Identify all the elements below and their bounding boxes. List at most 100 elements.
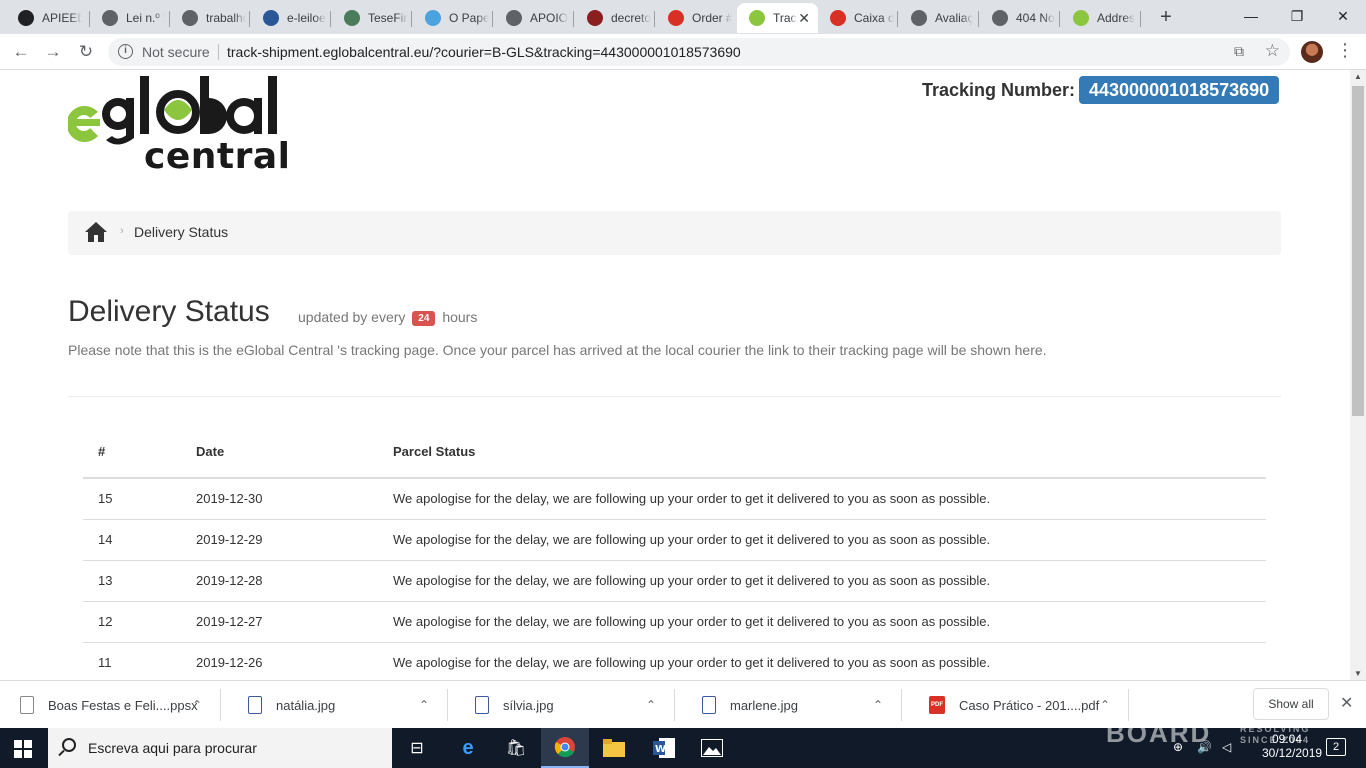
tracking-number-badge: 443000001018573690 — [1079, 76, 1280, 104]
tab-9[interactable]: Order # — [656, 3, 736, 33]
tab-1[interactable]: APIEED — [6, 3, 90, 33]
breadcrumb-current: Delivery Status — [134, 224, 229, 240]
table-row: 15 2019-12-30 We apologise for the delay, … — [83, 478, 1266, 520]
menu-kebab-icon[interactable]: ⋮ — [1336, 40, 1354, 61]
row-number: 15 — [83, 478, 181, 520]
tab-label: TeseFina — [368, 11, 408, 25]
owl-icon — [425, 10, 441, 26]
bookmark-star-icon[interactable]: ☆ — [1265, 41, 1280, 61]
chrome-icon[interactable] — [541, 728, 589, 768]
eglobal-icon — [749, 10, 765, 26]
table-row: 14 2019-12-29 We apologise for the delay, … — [83, 519, 1266, 561]
watermark-tagline: RESOLVING SINCE 2004 — [1240, 724, 1311, 745]
chevron-right-icon: › — [120, 225, 124, 237]
store-icon[interactable]: 🛍 — [502, 734, 530, 762]
chevron-up-icon[interactable]: ⌃ — [419, 698, 429, 712]
status-table: # Date Parcel Status 15 2019-12-30 We apol… — [83, 426, 1266, 680]
hours-badge: 24 — [412, 311, 436, 326]
download-separator — [674, 689, 675, 721]
download-separator — [220, 689, 221, 721]
download-filename: Caso Prático - 201....pdf — [959, 697, 1100, 713]
chevron-up-icon[interactable]: ⌃ — [192, 698, 202, 712]
info-icon[interactable]: i — [118, 44, 133, 59]
update-prefix: updated by every — [298, 309, 406, 325]
globe-icon — [911, 10, 927, 26]
globe-icon — [992, 10, 1008, 26]
edge-browser-icon[interactable]: e — [454, 734, 482, 762]
tab-12[interactable]: Avaliaç — [899, 3, 979, 33]
tab-separator — [330, 11, 331, 27]
tab-4[interactable]: e-leiloe — [251, 3, 331, 33]
chevron-up-icon[interactable]: ⌃ — [1100, 698, 1110, 712]
url-text[interactable]: track-shipment.eglobalcentral.eu/?courie… — [227, 44, 741, 60]
forward-button[interactable]: → — [41, 40, 65, 64]
windows-start-icon[interactable] — [14, 740, 32, 758]
scroll-up-arrow-icon[interactable]: ▲ — [1354, 72, 1362, 81]
minimize-button[interactable]: — — [1228, 4, 1274, 28]
row-status: We apologise for the delay, we are follo… — [378, 601, 1266, 643]
profile-avatar[interactable] — [1301, 41, 1323, 63]
new-tab-button[interactable]: + — [1156, 6, 1176, 29]
tab-7[interactable]: APOIO — [494, 3, 574, 33]
row-date: 2019-12-28 — [181, 560, 378, 602]
chevron-up-icon[interactable]: ⌃ — [873, 698, 883, 712]
tab-11[interactable]: Caixa d — [818, 3, 898, 33]
home-icon[interactable] — [84, 221, 108, 243]
tab-14[interactable]: Addres — [1061, 3, 1141, 33]
file-explorer-icon[interactable] — [600, 734, 628, 762]
tab-8[interactable]: decreto — [575, 3, 655, 33]
update-suffix: hours — [442, 309, 478, 325]
address-bar[interactable]: i Not secure track-shipment.eglobalcentr… — [108, 38, 1290, 66]
tab-label: APIEED — [42, 11, 82, 25]
tab-label: Order # — [692, 11, 732, 25]
close-shelf-icon[interactable]: ✕ — [1340, 693, 1353, 713]
download-item[interactable]: natália.jpg ⌃ — [248, 681, 457, 729]
scroll-down-arrow-icon[interactable]: ▼ — [1354, 669, 1362, 678]
download-filename: Boas Festas e Feli....ppsx — [48, 697, 198, 713]
eglobal-central-logo[interactable]: central — [68, 70, 298, 172]
back-button[interactable]: ← — [9, 40, 33, 64]
reload-button[interactable]: ↻ — [74, 40, 98, 64]
scrollbar-thumb[interactable] — [1352, 86, 1364, 416]
tab-label: trabalho — [206, 11, 246, 25]
restore-button[interactable]: ❐ — [1274, 4, 1320, 28]
tab-separator — [978, 11, 979, 27]
row-number: 11 — [83, 642, 181, 680]
image-file-icon — [475, 696, 489, 714]
show-all-button[interactable]: Show all — [1253, 688, 1329, 720]
tab-separator — [411, 11, 412, 27]
tab-separator — [492, 11, 493, 27]
tab-2[interactable]: Lei n.º 1 — [90, 3, 170, 33]
tab-separator — [897, 11, 898, 27]
tab-3[interactable]: trabalho — [170, 3, 250, 33]
word-icon[interactable]: W — [650, 734, 678, 762]
task-view-icon[interactable]: ⊟ — [403, 734, 431, 762]
tab-5[interactable]: TeseFina — [332, 3, 412, 33]
close-tab-icon[interactable]: ✕ — [798, 10, 810, 27]
presentation-file-icon — [20, 696, 34, 714]
download-filename: natália.jpg — [276, 697, 336, 713]
divider — [68, 396, 1281, 397]
download-item[interactable]: marlene.jpg ⌃ — [702, 681, 911, 729]
page-scrollbar[interactable]: ▲ ▼ — [1350, 70, 1366, 680]
chevron-up-icon[interactable]: ⌃ — [646, 698, 656, 712]
download-item[interactable]: sílvia.jpg ⌃ — [475, 681, 684, 729]
download-item[interactable]: Boas Festas e Feli....ppsx ⌃ — [20, 681, 230, 729]
column-header-status: Parcel Status — [378, 426, 1266, 479]
breadcrumb: › Delivery Status — [68, 211, 1281, 255]
tab-label: Trac — [773, 11, 797, 25]
tab-10[interactable]: Trac ✕ — [737, 3, 818, 33]
tab-separator — [1059, 11, 1060, 27]
row-date: 2019-12-27 — [181, 601, 378, 643]
taskbar-search-box[interactable]: Escreva aqui para procurar — [48, 728, 392, 768]
column-header-date: Date — [181, 426, 378, 479]
tab-6[interactable]: O Papel — [413, 3, 493, 33]
speaker-icon[interactable]: ◁ — [1222, 740, 1231, 754]
photos-icon[interactable] — [698, 734, 726, 762]
close-window-button[interactable]: ✕ — [1320, 4, 1366, 28]
tracking-note: Please note that this is the eGlobal Cen… — [68, 342, 1047, 358]
tracking-number-label: Tracking Number: — [922, 80, 1076, 100]
translate-icon[interactable]: ⧉ — [1234, 43, 1244, 60]
gmail-icon — [668, 10, 684, 26]
tab-13[interactable]: 404 No — [980, 3, 1060, 33]
